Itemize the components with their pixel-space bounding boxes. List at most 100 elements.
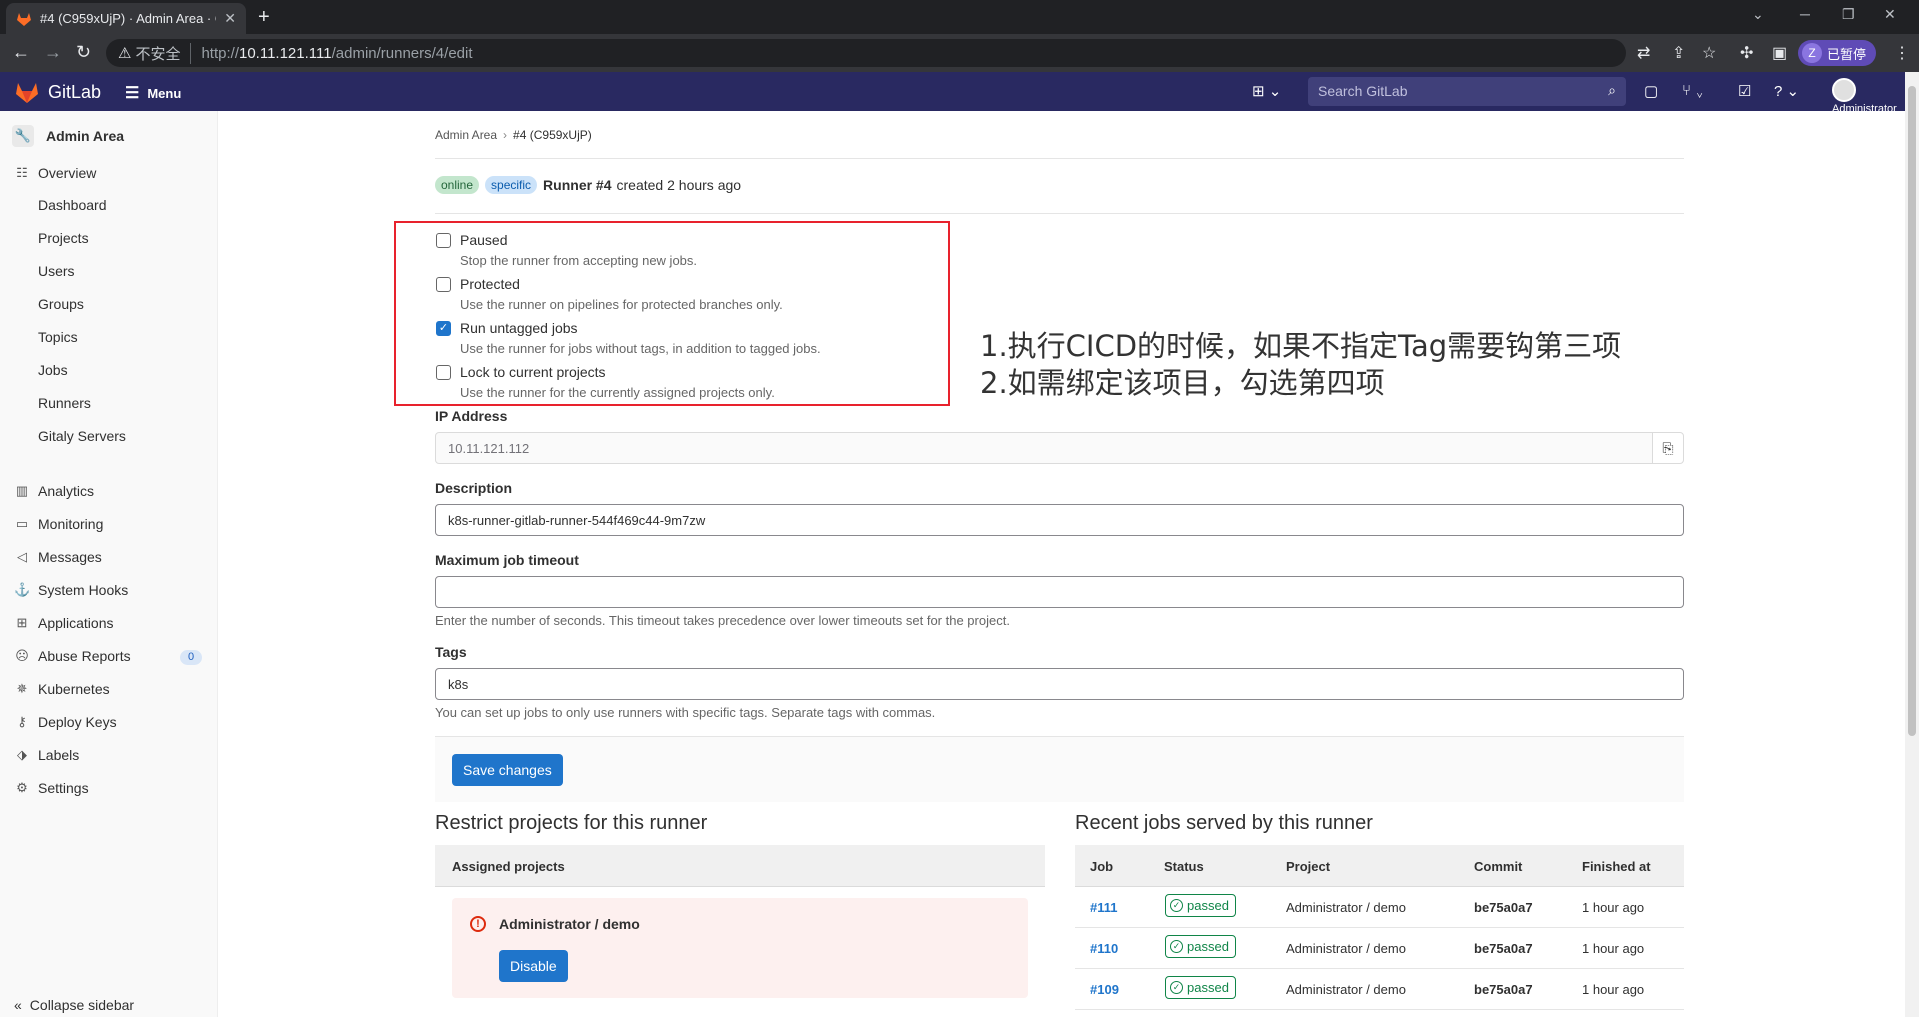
assigned-project-card: ! Administrator / demo Disable xyxy=(452,898,1028,998)
save-changes-button[interactable]: Save changes xyxy=(452,754,563,786)
option-label[interactable]: Run untagged jobs xyxy=(460,320,821,336)
job-link[interactable]: #110 xyxy=(1090,941,1118,956)
sidebar-item-abuse-reports[interactable]: ☹ Abuse Reports xyxy=(14,648,130,664)
share-icon[interactable]: ⇪ xyxy=(1672,43,1685,63)
disable-button[interactable]: Disable xyxy=(499,950,568,982)
divider xyxy=(435,158,1684,159)
option-label[interactable]: Protected xyxy=(460,276,783,292)
timeout-field[interactable] xyxy=(435,576,1684,608)
search-input[interactable]: Search GitLab ⌕ xyxy=(1308,77,1626,106)
lock-to-projects-checkbox[interactable] xyxy=(436,365,451,380)
close-tab-icon[interactable]: ✕ xyxy=(224,10,236,27)
job-project[interactable]: Administrator / demo xyxy=(1286,982,1406,997)
issues-icon[interactable]: ▢ xyxy=(1644,82,1658,100)
brand-name: GitLab xyxy=(48,81,102,102)
side-panel-icon[interactable]: ▣ xyxy=(1772,43,1787,63)
new-tab-icon[interactable]: + xyxy=(258,6,270,29)
ip-address-field[interactable]: 10.11.121.112 xyxy=(435,432,1653,464)
assigned-project-name[interactable]: Administrator / demo xyxy=(499,916,640,932)
sidebar-item-runners[interactable]: Runners xyxy=(38,395,91,411)
collapse-icon: « xyxy=(14,997,22,1013)
sidebar-item-groups[interactable]: Groups xyxy=(38,296,84,312)
run-untagged-checkbox[interactable]: ✓ xyxy=(436,321,451,336)
job-link[interactable]: #109 xyxy=(1090,982,1119,997)
sidebar-item-settings[interactable]: ⚙ Settings xyxy=(14,780,88,796)
status-badge[interactable]: ✓ passed xyxy=(1165,894,1236,917)
user-name: Administrator xyxy=(1832,103,1897,115)
col-status: Status xyxy=(1164,859,1204,874)
sidebar-item-users[interactable]: Users xyxy=(38,263,75,279)
sidebar-item-dashboard[interactable]: Dashboard xyxy=(38,197,107,213)
sidebar-item-system-hooks[interactable]: ⚓ System Hooks xyxy=(14,582,128,598)
back-icon[interactable]: ← xyxy=(12,42,30,63)
tab-search-icon[interactable]: ⌄ xyxy=(1752,6,1764,23)
merge-requests-icon[interactable]: ⑂ ⌄ xyxy=(1682,82,1704,99)
key-icon: ⚷ xyxy=(17,714,27,729)
page-scrollbar[interactable] xyxy=(1905,72,1919,1017)
job-commit[interactable]: be75a0a7 xyxy=(1474,900,1533,915)
option-help: Use the runner for jobs without tags, in… xyxy=(460,341,821,356)
option-label[interactable]: Lock to current projects xyxy=(460,364,775,380)
status-label: passed xyxy=(1187,939,1229,954)
address-bar[interactable]: ⚠ 不安全 http://10.11.121.111/admin/runners… xyxy=(106,39,1626,67)
sidebar-item-label: Messages xyxy=(38,549,102,565)
forward-icon[interactable]: → xyxy=(44,42,62,63)
extensions-icon[interactable]: ✣ xyxy=(1740,43,1753,63)
option-paused: Paused Stop the runner from accepting new… xyxy=(436,232,697,268)
user-menu[interactable]: Administrator xyxy=(1832,78,1897,115)
job-commit[interactable]: be75a0a7 xyxy=(1474,941,1533,956)
job-link[interactable]: #111 xyxy=(1090,900,1118,915)
sidebar-item-applications[interactable]: ⊞ Applications xyxy=(14,615,114,631)
status-badge[interactable]: ✓ passed xyxy=(1165,935,1236,958)
translate-icon[interactable]: ⇄ xyxy=(1637,43,1650,63)
sidebar-item-label: Deploy Keys xyxy=(38,714,117,730)
option-help: Stop the runner from accepting new jobs. xyxy=(460,253,698,268)
close-window-icon[interactable]: ✕ xyxy=(1884,6,1896,23)
sidebar-item-gitaly-servers[interactable]: Gitaly Servers xyxy=(38,428,126,444)
job-project[interactable]: Administrator / demo xyxy=(1286,900,1406,915)
col-project: Project xyxy=(1286,859,1331,874)
browser-tab[interactable]: #4 (C959xUjP) · Admin Area · G ✕ xyxy=(6,3,246,34)
sidebar-item-deploy-keys[interactable]: ⚷ Deploy Keys xyxy=(14,714,117,730)
sidebar-item-analytics[interactable]: ▥ Analytics xyxy=(14,483,94,499)
job-project[interactable]: Administrator / demo xyxy=(1286,941,1406,956)
sidebar-item-kubernetes[interactable]: ✵ Kubernetes xyxy=(14,681,110,697)
option-label[interactable]: Paused xyxy=(460,232,697,248)
browser-toolbar: ← → ↻ ⚠ 不安全 http://10.11.121.111/admin/r… xyxy=(0,34,1919,72)
new-item-icon[interactable]: ⊞ ⌄ xyxy=(1252,82,1281,100)
paused-checkbox[interactable] xyxy=(436,233,451,248)
collapse-sidebar-button[interactable]: « Collapse sidebar xyxy=(14,997,134,1013)
restore-icon[interactable]: ❐ xyxy=(1842,6,1855,23)
job-finished: 1 hour ago xyxy=(1582,900,1645,915)
breadcrumb-root[interactable]: Admin Area xyxy=(435,128,497,142)
sidebar-item-monitoring[interactable]: ▭ Monitoring xyxy=(14,516,104,532)
profile-button[interactable]: Z 已暂停 xyxy=(1798,40,1877,66)
reload-icon[interactable]: ↻ xyxy=(76,42,91,63)
breadcrumb: Admin Area › #4 (C959xUjP) xyxy=(435,128,592,142)
sidebar-item-messages[interactable]: ◁ Messages xyxy=(14,549,102,565)
status-badge[interactable]: ✓ passed xyxy=(1165,976,1236,999)
browser-menu-icon[interactable]: ⋮ xyxy=(1894,43,1910,63)
help-icon[interactable]: ? ⌄ xyxy=(1774,82,1799,100)
restrict-title: Restrict projects for this runner xyxy=(435,812,708,834)
scrollbar-thumb[interactable] xyxy=(1908,86,1916,736)
gitlab-logo[interactable]: GitLab xyxy=(14,80,101,104)
sidebar-item-overview[interactable]: ☷ Overview xyxy=(14,165,96,181)
sidebar-item-topics[interactable]: Topics xyxy=(38,329,78,345)
sidebar-header[interactable]: 🔧 Admin Area xyxy=(12,125,124,147)
bookmark-star-icon[interactable]: ☆ xyxy=(1702,43,1716,63)
chart-icon: ▥ xyxy=(15,483,29,498)
sidebar-item-label: System Hooks xyxy=(38,582,129,598)
minimize-icon[interactable]: ─ xyxy=(1800,6,1810,22)
job-commit[interactable]: be75a0a7 xyxy=(1474,982,1533,997)
sidebar-item-projects[interactable]: Projects xyxy=(38,230,89,246)
tags-field[interactable]: k8s xyxy=(435,668,1684,700)
copy-ip-button[interactable]: ⎘ xyxy=(1652,432,1684,464)
breadcrumb-current[interactable]: #4 (C959xUjP) xyxy=(513,128,592,142)
sidebar-item-labels[interactable]: ⬗ Labels xyxy=(14,747,79,763)
sidebar-item-jobs[interactable]: Jobs xyxy=(38,362,68,378)
description-field[interactable]: k8s-runner-gitlab-runner-544f469c44-9m7z… xyxy=(435,504,1684,536)
menu-button[interactable]: ☰ Menu xyxy=(125,83,181,103)
todos-icon[interactable]: ☑ xyxy=(1738,82,1751,100)
protected-checkbox[interactable] xyxy=(436,277,451,292)
